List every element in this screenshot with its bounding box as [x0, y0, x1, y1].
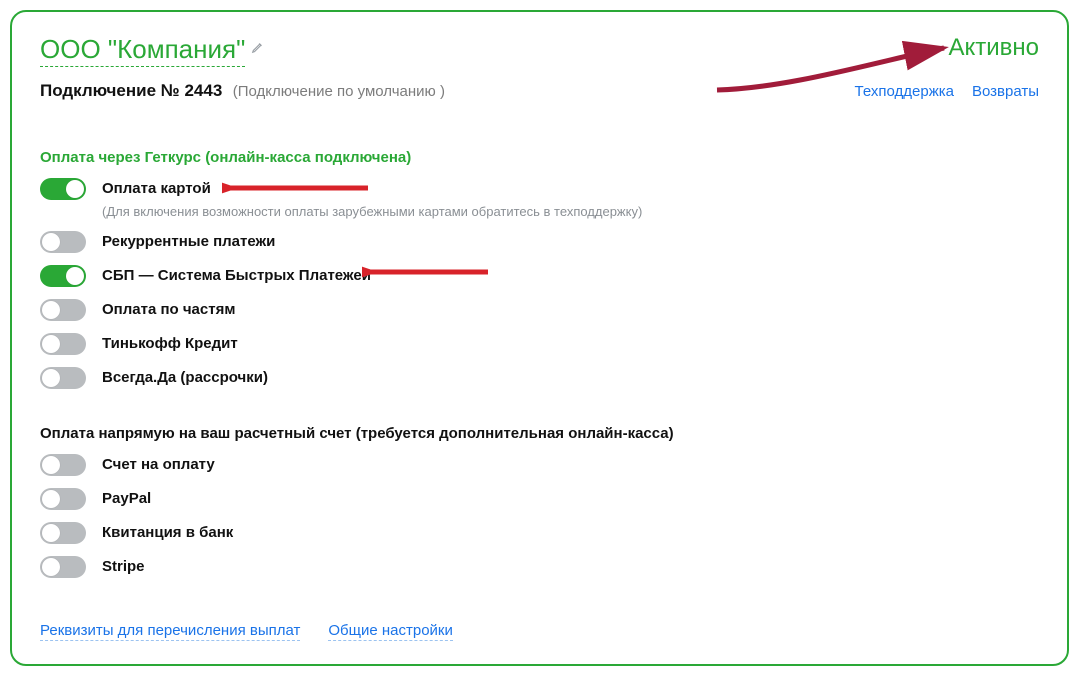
section-direct-title: Оплата напрямую на ваш расчетный счет (т… — [40, 425, 1039, 442]
toggle-label: Квитанция в банк — [102, 522, 233, 544]
refunds-link[interactable]: Возвраты — [972, 83, 1039, 100]
footer-links: Реквизиты для перечисления выплат Общие … — [40, 622, 1039, 641]
toggle-label: Счет на оплату — [102, 454, 215, 476]
row-recurrent: Рекуррентные платежи — [40, 231, 1039, 253]
toggle-label: СБП — Система Быстрых Платежей — [102, 265, 371, 287]
row-card-payment: Оплата картой (Для включения возможности… — [40, 178, 1039, 219]
row-installments: Оплата по частям — [40, 299, 1039, 321]
row-bank-receipt: Квитанция в банк — [40, 522, 1039, 544]
general-settings-link[interactable]: Общие настройки — [328, 622, 453, 641]
toggle-label: Всегда.Да (рассрочки) — [102, 367, 268, 389]
toggle-card-payment[interactable] — [40, 178, 86, 200]
row-stripe: Stripe — [40, 556, 1039, 578]
toggle-sublabel: (Для включения возможности оплаты зарубе… — [102, 204, 642, 219]
header-row: ООО "Компания" Активно — [40, 34, 1039, 67]
row-sbp: СБП — Система Быстрых Платежей — [40, 265, 1039, 287]
row-tinkoff-credit: Тинькофф Кредит — [40, 333, 1039, 355]
row-invoice: Счет на оплату — [40, 454, 1039, 476]
toggle-label: PayPal — [102, 488, 151, 510]
toggle-paypal[interactable] — [40, 488, 86, 510]
toggle-label: Тинькофф Кредит — [102, 333, 238, 355]
toggle-tinkoff-credit[interactable] — [40, 333, 86, 355]
status-active: Активно — [948, 34, 1039, 62]
toggle-vsegda-da[interactable] — [40, 367, 86, 389]
section-getcourse-title: Оплата через Геткурс (онлайн-касса подкл… — [40, 149, 1039, 166]
row-vsegda-da: Всегда.Да (рассрочки) — [40, 367, 1039, 389]
connection-note: (Подключение по умолчанию ) — [233, 83, 445, 100]
toggle-bank-receipt[interactable] — [40, 522, 86, 544]
toggle-sbp[interactable] — [40, 265, 86, 287]
company-name[interactable]: ООО "Компания" — [40, 34, 245, 67]
toggle-label: Stripe — [102, 556, 145, 578]
toggle-label: Оплата по частям — [102, 299, 235, 321]
label-block: Оплата картой (Для включения возможности… — [102, 178, 642, 219]
header-links: Техподдержка Возвраты — [855, 83, 1039, 100]
payment-settings-panel: ООО "Компания" Активно Подключение № 244… — [10, 10, 1069, 666]
toggle-invoice[interactable] — [40, 454, 86, 476]
toggle-installments[interactable] — [40, 299, 86, 321]
connection-title-block: Подключение № 2443 (Подключение по умолч… — [40, 81, 445, 101]
toggle-label: Рекуррентные платежи — [102, 231, 275, 253]
toggle-label: Оплата картой — [102, 178, 642, 200]
toggle-stripe[interactable] — [40, 556, 86, 578]
row-paypal: PayPal — [40, 488, 1039, 510]
payout-details-link[interactable]: Реквизиты для перечисления выплат — [40, 622, 300, 641]
support-link[interactable]: Техподдержка — [855, 83, 954, 100]
subheader-row: Подключение № 2443 (Подключение по умолч… — [40, 81, 1039, 101]
connection-title: Подключение № 2443 — [40, 81, 222, 100]
company-block: ООО "Компания" — [40, 34, 265, 67]
toggle-recurrent[interactable] — [40, 231, 86, 253]
pencil-icon[interactable] — [251, 40, 265, 61]
